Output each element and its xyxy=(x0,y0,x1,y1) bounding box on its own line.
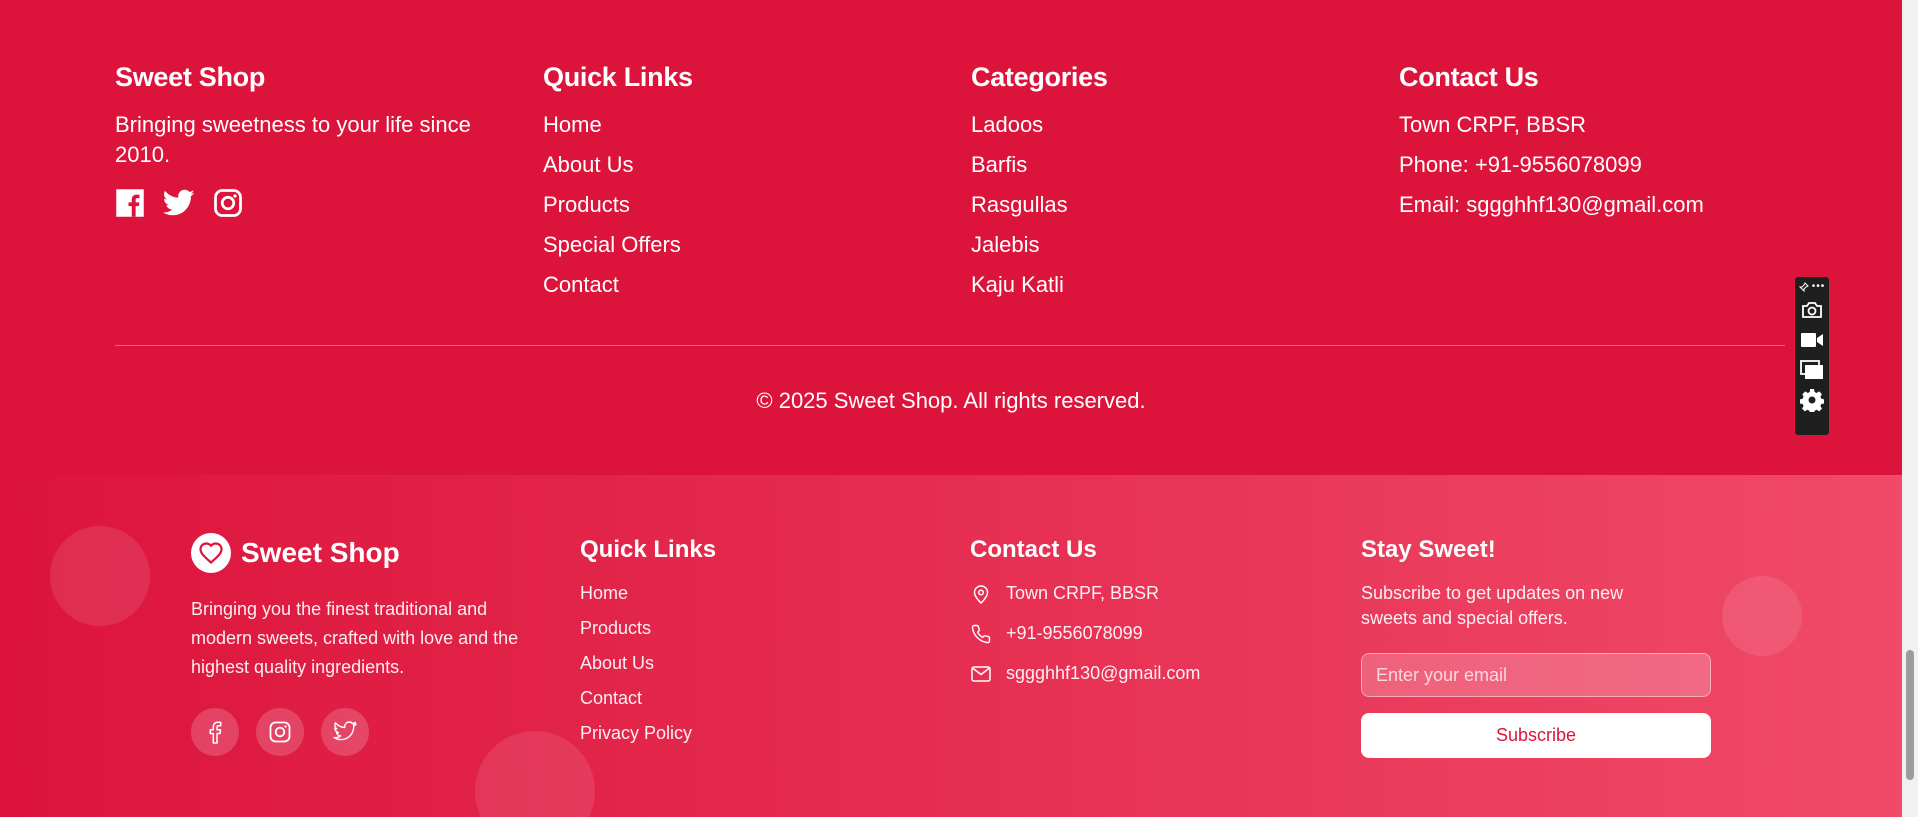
quick-links-list: Home About Us Products Special Offers Co… xyxy=(543,110,843,300)
subscribe-button[interactable]: Subscribe xyxy=(1361,713,1711,758)
email-input[interactable] xyxy=(1361,653,1711,697)
link-home[interactable]: Home xyxy=(580,583,628,603)
contact-phone-row: +91-9556078099 xyxy=(970,621,1310,646)
categories-title: Categories xyxy=(971,62,1108,92)
contact-email: Email: sggghhf130@gmail.com xyxy=(1399,192,1704,217)
windows-icon[interactable] xyxy=(1798,355,1826,385)
footer-about: Sweet Shop Bringing sweetness to your li… xyxy=(115,60,495,223)
category-kaju-katli[interactable]: Kaju Katli xyxy=(971,272,1064,297)
brand: Sweet Shop xyxy=(191,533,531,573)
quick-links-title: Quick Links xyxy=(543,62,693,92)
twitter-icon[interactable] xyxy=(162,189,195,222)
contact-phone: Phone: +91-9556078099 xyxy=(1399,152,1642,177)
map-pin-icon xyxy=(970,583,992,605)
twitter-icon[interactable] xyxy=(321,708,369,756)
brand-name: Sweet Shop xyxy=(241,537,400,568)
camera-icon[interactable] xyxy=(1798,295,1826,325)
footer-quick-links: Quick Links Home About Us Products Speci… xyxy=(543,60,843,310)
brand-column: Sweet Shop Bringing you the finest tradi… xyxy=(191,533,531,756)
link-about-us[interactable]: About Us xyxy=(580,653,654,673)
contact-email-row: sggghhf130@gmail.com xyxy=(970,661,1310,686)
contact-list: Town CRPF, BBSR Phone: +91-9556078099 Em… xyxy=(1399,110,1819,220)
category-jalebis[interactable]: Jalebis xyxy=(971,232,1039,257)
instagram-icon[interactable] xyxy=(213,188,243,223)
contact-address: Town CRPF, BBSR xyxy=(1006,583,1160,603)
footer-divider xyxy=(115,345,1785,346)
bottom-contact-title: Contact Us xyxy=(970,536,1097,563)
newsletter-title: Stay Sweet! xyxy=(1361,536,1496,563)
link-contact[interactable]: Contact xyxy=(543,272,619,297)
categories-list: Ladoos Barfis Rasgullas Jalebis Kaju Kat… xyxy=(971,110,1271,300)
bottom-quick-links-title: Quick Links xyxy=(580,536,717,563)
footer-categories: Categories Ladoos Barfis Rasgullas Jaleb… xyxy=(971,60,1271,310)
gear-icon[interactable] xyxy=(1798,385,1826,415)
link-privacy-policy[interactable]: Privacy Policy xyxy=(580,723,692,743)
footer-about-title: Sweet Shop xyxy=(115,62,266,92)
scrollbar[interactable] xyxy=(1902,0,1918,817)
category-rasgullas[interactable]: Rasgullas xyxy=(971,192,1068,217)
category-ladoos[interactable]: Ladoos xyxy=(971,112,1043,137)
video-icon[interactable] xyxy=(1798,325,1826,355)
scrollbar-thumb[interactable] xyxy=(1906,650,1914,780)
brand-description: Bringing you the finest traditional and … xyxy=(191,599,519,677)
category-barfis[interactable]: Barfis xyxy=(971,152,1027,177)
decor-circle xyxy=(50,526,150,626)
newsletter: Stay Sweet! Subscribe to get updates on … xyxy=(1361,535,1721,758)
bottom-footer: Sweet Shop Bringing you the finest tradi… xyxy=(0,475,1902,817)
link-products[interactable]: Products xyxy=(580,618,651,638)
contact-email: sggghhf130@gmail.com xyxy=(1006,663,1201,683)
bottom-quick-links-list: Home Products About Us Contact Privacy P… xyxy=(580,581,880,746)
link-about-us[interactable]: About Us xyxy=(543,152,634,177)
phone-icon xyxy=(970,623,992,645)
more-icon[interactable]: ••• xyxy=(1812,282,1826,294)
bottom-quick-links: Quick Links Home Products About Us Conta… xyxy=(580,535,880,756)
decor-circle xyxy=(1722,576,1802,656)
facebook-icon[interactable] xyxy=(115,188,145,223)
link-contact[interactable]: Contact xyxy=(580,688,642,708)
facebook-icon[interactable] xyxy=(191,708,239,756)
newsletter-text: Subscribe to get updates on new sweets a… xyxy=(1361,583,1624,628)
footer-about-text: Bringing sweetness to your life since 20… xyxy=(115,112,471,167)
contact-address-row: Town CRPF, BBSR xyxy=(970,581,1310,606)
floating-toolbar: ••• xyxy=(1795,277,1829,435)
mail-icon xyxy=(970,663,992,685)
bottom-contact: Contact Us Town CRPF, BBSR +91-955607809… xyxy=(970,535,1310,701)
heart-icon xyxy=(191,533,231,573)
social-links xyxy=(115,188,495,223)
contact-phone: +91-9556078099 xyxy=(1006,623,1143,643)
brand-social-links xyxy=(191,708,531,756)
link-special-offers[interactable]: Special Offers xyxy=(543,232,681,257)
link-products[interactable]: Products xyxy=(543,192,630,217)
contact-address: Town CRPF, BBSR xyxy=(1399,112,1587,137)
footer-contact: Contact Us Town CRPF, BBSR Phone: +91-95… xyxy=(1399,60,1819,230)
contact-title: Contact Us xyxy=(1399,62,1539,92)
instagram-icon[interactable] xyxy=(256,708,304,756)
top-footer: Sweet Shop Bringing sweetness to your li… xyxy=(0,0,1902,475)
link-home[interactable]: Home xyxy=(543,112,602,137)
copyright-text: © 2025 Sweet Shop. All rights reserved. xyxy=(756,388,1146,413)
